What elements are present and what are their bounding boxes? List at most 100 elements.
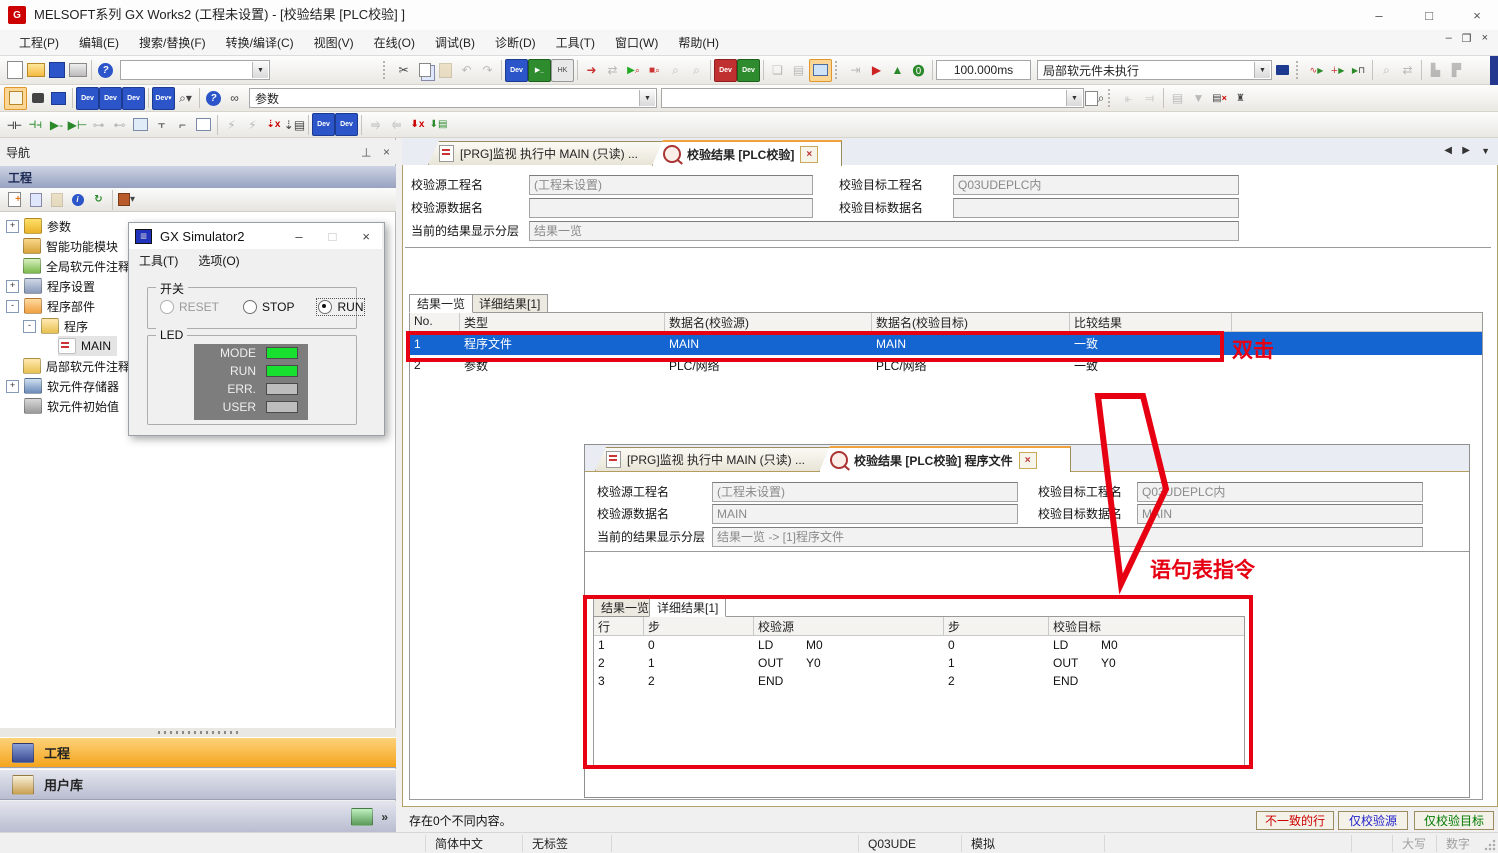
mdi-minimize-button[interactable]: – <box>1446 32 1452 45</box>
col-type[interactable]: 类型 <box>460 313 665 331</box>
ladder-unwrap-icon[interactable]: ⥢ <box>386 114 407 135</box>
tree-item-intelligent-module[interactable]: 智能功能模块 <box>23 236 118 256</box>
indent-icon[interactable]: ⫦ <box>1118 88 1139 109</box>
outdent-icon[interactable]: ⫤ <box>1139 88 1160 109</box>
output-window-icon[interactable] <box>48 88 69 109</box>
project-view-button[interactable]: 工程 <box>0 737 396 768</box>
help-icon[interactable]: ? <box>95 60 116 81</box>
expand-icon[interactable]: + <box>6 280 19 293</box>
combo-arrow-icon[interactable]: ▼ <box>1254 62 1270 78</box>
expand-icon[interactable]: + <box>6 220 19 233</box>
device-write-icon[interactable]: Dev <box>714 59 737 82</box>
tree-item-program-setting[interactable]: + 程序设置 <box>6 276 95 296</box>
paste-icon[interactable] <box>435 60 456 81</box>
ladder-vertical-line-icon[interactable] <box>130 114 151 135</box>
panel-splitter[interactable] <box>0 728 396 737</box>
user-library-button[interactable]: 用户库 <box>0 769 396 800</box>
menu-project[interactable]: 工程(P) <box>10 31 68 54</box>
tab-close-icon[interactable]: × <box>1019 452 1037 469</box>
tab-verify-result[interactable]: 校验结果 [PLC校验] × <box>652 140 842 166</box>
ladder-close-contact-icon[interactable]: ⊣⫞ <box>25 114 46 135</box>
device-read-icon[interactable]: Dev <box>737 59 760 82</box>
property-icon[interactable]: i <box>67 189 88 210</box>
sampling-trace-icon[interactable] <box>1272 60 1293 81</box>
refresh-icon[interactable]: ↻ <box>88 189 109 210</box>
simulation-pause-icon[interactable]: ▲ <box>887 60 908 81</box>
tree-item-program-folder[interactable]: - 程序 <box>23 316 88 336</box>
trace-write-icon[interactable]: ⇄ <box>1397 60 1418 81</box>
tree-item-parameter[interactable]: + 参数 <box>6 216 71 236</box>
ladder-edit-icon[interactable] <box>193 114 214 135</box>
ladder-device-batch-icon[interactable]: Dev <box>335 113 358 136</box>
ladder-delete-vline-icon[interactable]: ⌐ <box>172 114 193 135</box>
combo-arrow-icon[interactable]: ▼ <box>1066 90 1082 106</box>
function-block-icon[interactable] <box>27 88 48 109</box>
inner-tab-prg-monitor[interactable]: [PRG]监视 执行中 MAIN (只读) ... <box>595 447 839 471</box>
device-memory-icon[interactable]: Dev <box>99 87 122 110</box>
ladder-open-contact-icon[interactable]: ⊣⊢ <box>4 114 25 135</box>
combo-arrow-icon[interactable]: ▼ <box>252 62 268 78</box>
zoom-in-icon[interactable]: ⌕ <box>665 60 686 81</box>
ladder-device-test-icon[interactable]: Dev <box>312 113 335 136</box>
copy-icon[interactable] <box>414 60 435 81</box>
find-binoculars-icon[interactable]: ∞ <box>224 88 245 109</box>
simulator-menu-tools[interactable]: 工具(T) <box>139 252 178 269</box>
col-dst-name[interactable]: 数据名(校验目标) <box>872 313 1070 331</box>
monitor-stop-icon[interactable]: ■⌕ <box>644 60 665 81</box>
read-from-plc-icon[interactable]: ⇄ <box>602 60 623 81</box>
ladder-application-icon[interactable]: ⊷ <box>109 114 130 135</box>
ladder-col-delete-icon[interactable]: ⬇▤ <box>428 114 449 135</box>
minimize-button[interactable]: – <box>1362 0 1396 30</box>
connection-destination-icon[interactable] <box>351 808 373 826</box>
open-project-icon[interactable] <box>25 60 46 81</box>
ladder-pulse-icon[interactable]: ⚡ <box>221 114 242 135</box>
radio-run[interactable]: RUN <box>318 300 363 314</box>
menu-find-replace[interactable]: 搜索/替换(F) <box>130 31 215 54</box>
bookmark-next-icon[interactable]: ▼ <box>1188 88 1209 109</box>
trace-read-icon[interactable]: ⌕ <box>1376 60 1397 81</box>
result-tab-detail[interactable]: 详细结果[1] <box>471 294 548 313</box>
watch-stop-icon[interactable]: ▛ <box>1446 60 1467 81</box>
mismatch-rows-button[interactable]: 不一致的行 <box>1256 811 1334 830</box>
device-monitor-2-icon[interactable]: ▶_ <box>528 59 551 82</box>
trace-setting-icon[interactable]: ∿▶ <box>1306 60 1327 81</box>
tab-scroll-right-icon[interactable]: ▶ <box>1462 145 1470 156</box>
result-tab-overview[interactable]: 结果一览 <box>409 294 473 313</box>
save-project-icon[interactable] <box>46 60 67 81</box>
ladder-insert-row-icon[interactable]: ⇣x <box>263 114 284 135</box>
menu-convert[interactable]: 转换/编译(C) <box>217 31 303 54</box>
simulator-menu-options[interactable]: 选项(O) <box>198 252 239 269</box>
more-buttons-icon[interactable]: » <box>381 810 388 824</box>
tab-prg-monitor[interactable]: [PRG]监视 执行中 MAIN (只读) ... <box>428 141 672 165</box>
quick-find-combobox[interactable]: ▼ <box>120 60 270 80</box>
cross-reference-icon[interactable]: ♜ <box>1230 88 1251 109</box>
simulator-minimize-icon[interactable]: – <box>295 229 302 244</box>
sort-dropdown-icon[interactable]: ▾ <box>116 189 137 210</box>
bookmark-delete-icon[interactable]: ▤× <box>1209 88 1230 109</box>
trace-stop-icon[interactable]: ▶⊓ <box>1348 60 1369 81</box>
trace-start-icon[interactable]: ∔▶ <box>1327 60 1348 81</box>
tree-item-main[interactable]: MAIN <box>58 336 117 356</box>
target-only-button[interactable]: 仅校验目标 <box>1414 811 1494 830</box>
help-context-icon[interactable]: ? <box>203 88 224 109</box>
ladder-open-branch-icon[interactable]: ▶- <box>46 114 67 135</box>
copy-data-icon[interactable] <box>25 189 46 210</box>
redo-icon[interactable]: ↷ <box>477 60 498 81</box>
device-comment-icon[interactable]: Dev <box>76 87 99 110</box>
expand-icon[interactable]: + <box>6 380 19 393</box>
expand-icon[interactable]: - <box>6 300 19 313</box>
mdi-close-button[interactable]: × <box>1482 32 1488 45</box>
device-monitor-icon[interactable]: Dev <box>505 59 528 82</box>
mdi-restore-button[interactable]: ❐ <box>1462 32 1472 45</box>
menu-online[interactable]: 在线(O) <box>365 31 424 54</box>
find-in-document-icon[interactable]: ⌕ <box>1084 88 1105 109</box>
zoom-out-icon[interactable]: ⌕ <box>686 60 707 81</box>
ladder-row-delete-icon[interactable]: ⬇x <box>407 114 428 135</box>
menu-edit[interactable]: 编辑(E) <box>70 31 128 54</box>
device-batch-icon[interactable]: Dev <box>122 87 145 110</box>
menu-window[interactable]: 窗口(W) <box>606 31 667 54</box>
tree-item-device-memory[interactable]: + 软元件存储器 <box>6 376 119 396</box>
radio-stop[interactable]: STOP <box>243 300 294 314</box>
pin-icon[interactable]: ⊤ <box>361 145 371 159</box>
paste-data-icon[interactable] <box>46 189 67 210</box>
